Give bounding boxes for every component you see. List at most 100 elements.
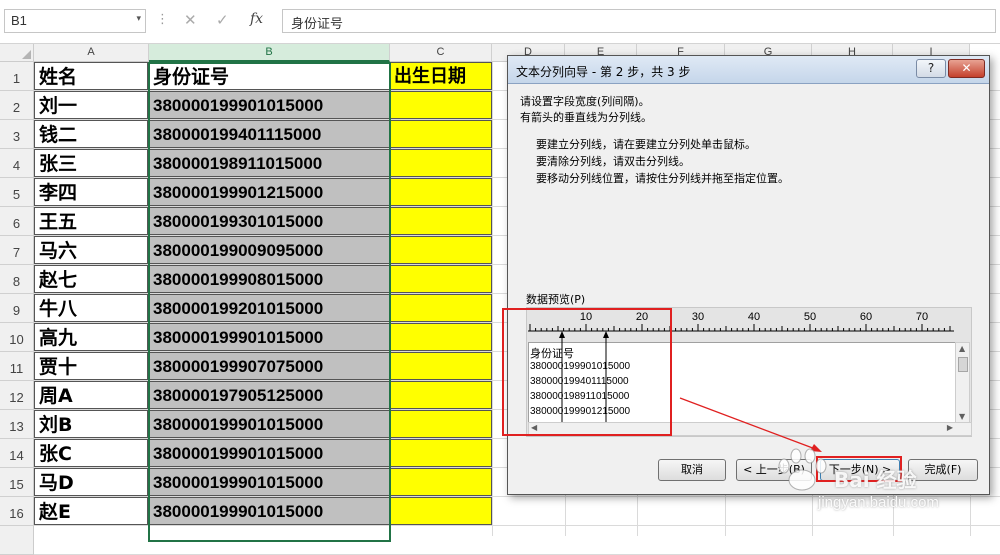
formula-input[interactable]: 身份证号 xyxy=(282,9,996,33)
close-button[interactable]: ✕ xyxy=(948,59,985,78)
birthdate-cell[interactable] xyxy=(390,323,492,351)
id-number-cell[interactable]: 380000199901015000 xyxy=(149,410,390,438)
name-cell[interactable]: 马D xyxy=(34,468,149,496)
id-number-cell[interactable]: 380000199201015000 xyxy=(149,294,390,322)
id-number-cell[interactable]: 380000199401115000 xyxy=(149,120,390,148)
birthdate-cell[interactable] xyxy=(390,294,492,322)
name-cell[interactable]: 赵E xyxy=(34,497,149,525)
cancel-entry-icon[interactable]: ✕ xyxy=(184,11,197,29)
birthdate-cell[interactable] xyxy=(390,410,492,438)
name-cell[interactable]: 高九 xyxy=(34,323,149,351)
name-cell[interactable]: 王五 xyxy=(34,207,149,235)
birthdate-cell[interactable] xyxy=(390,352,492,380)
column-ruler[interactable]: 10 20 30 40 50 60 70 xyxy=(528,309,954,335)
data-preview-area[interactable]: 身份证号 380000199901015000 3800001994011150… xyxy=(528,342,956,423)
name-cell[interactable]: 贾十 xyxy=(34,352,149,380)
row-header[interactable] xyxy=(0,526,34,555)
id-number-cell[interactable]: 380000199907075000 xyxy=(149,352,390,380)
id-number-cell[interactable]: 380000199901215000 xyxy=(149,178,390,206)
row-header[interactable]: 10 xyxy=(0,323,34,352)
name-cell[interactable]: 周A xyxy=(34,381,149,409)
birthdate-cell[interactable] xyxy=(390,207,492,235)
help-button[interactable]: ? xyxy=(916,59,946,78)
cancel-button[interactable]: 取消 xyxy=(658,459,726,481)
insert-function-icon[interactable]: fx xyxy=(250,11,263,27)
birthdate-cell[interactable] xyxy=(390,236,492,264)
next-button[interactable]: 下一步(N) > xyxy=(820,459,900,481)
preview-line: 380000199901215000 xyxy=(530,406,631,417)
header-cell-birthdate[interactable]: 出生日期 xyxy=(390,62,492,90)
row-header[interactable]: 7 xyxy=(0,236,34,265)
data-preview-label: 数据预览(P) xyxy=(526,293,586,306)
row-header[interactable]: 3 xyxy=(0,120,34,149)
row-header[interactable]: 6 xyxy=(0,207,34,236)
birthdate-cell[interactable] xyxy=(390,149,492,177)
finish-button[interactable]: 完成(F) xyxy=(908,459,978,481)
ruler-label: 30 xyxy=(692,311,704,323)
row-header[interactable]: 12 xyxy=(0,381,34,410)
scroll-up-icon[interactable]: ▲ xyxy=(959,344,965,353)
row-header[interactable]: 9 xyxy=(0,294,34,323)
row-header[interactable]: 4 xyxy=(0,149,34,178)
name-cell[interactable]: 刘B xyxy=(34,410,149,438)
row-header[interactable]: 2 xyxy=(0,91,34,120)
id-number-cell[interactable]: 380000199908015000 xyxy=(149,265,390,293)
preview-horizontal-scrollbar[interactable]: ◀ ▶ xyxy=(528,422,972,436)
row-header[interactable]: 15 xyxy=(0,468,34,497)
scroll-down-icon[interactable]: ▼ xyxy=(959,412,965,421)
id-number-cell[interactable]: 380000199901015000 xyxy=(149,468,390,496)
column-header[interactable]: C xyxy=(390,44,492,62)
id-number-cell[interactable]: 380000199901015000 xyxy=(149,439,390,467)
row-header[interactable]: 5 xyxy=(0,178,34,207)
header-cell-id[interactable]: 身份证号 xyxy=(149,62,390,90)
ruler-label: 60 xyxy=(860,311,872,323)
name-cell[interactable]: 刘一 xyxy=(34,91,149,119)
back-button[interactable]: < 上一步(B) xyxy=(736,459,812,481)
row-header[interactable]: 16 xyxy=(0,497,34,526)
birthdate-cell[interactable] xyxy=(390,439,492,467)
tip-line-2: 要清除分列线，请双击分列线。 xyxy=(536,155,690,168)
name-cell[interactable]: 牛八 xyxy=(34,294,149,322)
scroll-thumb[interactable] xyxy=(958,357,968,372)
birthdate-cell[interactable] xyxy=(390,265,492,293)
column-header[interactable]: B xyxy=(149,44,390,62)
confirm-entry-icon[interactable]: ✓ xyxy=(216,11,229,29)
name-cell[interactable]: 李四 xyxy=(34,178,149,206)
row-header[interactable]: 14 xyxy=(0,439,34,468)
name-cell[interactable]: 马六 xyxy=(34,236,149,264)
dialog-titlebar[interactable]: 文本分列向导 - 第 2 步，共 3 步 ? ✕ xyxy=(508,56,989,84)
preview-vertical-scrollbar[interactable]: ▲ ▼ xyxy=(955,342,970,423)
name-cell[interactable]: 赵七 xyxy=(34,265,149,293)
row-header[interactable]: 1 xyxy=(0,62,34,91)
row-header[interactable]: 13 xyxy=(0,410,34,439)
id-number-cell[interactable]: 380000199901015000 xyxy=(149,497,390,525)
birthdate-cell[interactable] xyxy=(390,91,492,119)
id-number-cell[interactable]: 380000199901015000 xyxy=(149,323,390,351)
instruction-line-1: 请设置字段宽度(列间隔)。 xyxy=(520,95,650,108)
birthdate-cell[interactable] xyxy=(390,468,492,496)
dialog-title: 文本分列向导 - 第 2 步，共 3 步 xyxy=(516,65,691,79)
row-header[interactable]: 8 xyxy=(0,265,34,294)
column-header[interactable]: A xyxy=(34,44,149,62)
id-number-cell[interactable]: 380000199901015000 xyxy=(149,91,390,119)
name-cell[interactable]: 张三 xyxy=(34,149,149,177)
header-cell-name[interactable]: 姓名 xyxy=(34,62,149,90)
birthdate-cell[interactable] xyxy=(390,178,492,206)
birthdate-cell[interactable] xyxy=(390,120,492,148)
id-number-cell[interactable]: 380000199009095000 xyxy=(149,236,390,264)
birthdate-cell[interactable] xyxy=(390,381,492,409)
birthdate-cell[interactable] xyxy=(390,497,492,525)
select-all-corner[interactable] xyxy=(0,44,34,62)
ruler-label: 20 xyxy=(636,311,648,323)
scroll-right-icon[interactable]: ▶ xyxy=(947,423,953,432)
scroll-left-icon[interactable]: ◀ xyxy=(531,423,537,432)
row-header[interactable]: 11 xyxy=(0,352,34,381)
id-number-cell[interactable]: 380000199301015000 xyxy=(149,207,390,235)
formula-bar: B1 ▾ ⋮ ✕ ✓ fx 身份证号 xyxy=(0,0,1000,44)
name-cell[interactable]: 张C xyxy=(34,439,149,467)
chevron-down-icon[interactable]: ▾ xyxy=(136,13,141,24)
name-box[interactable]: B1 ▾ xyxy=(4,9,146,33)
id-number-cell[interactable]: 380000198911015000 xyxy=(149,149,390,177)
id-number-cell[interactable]: 380000197905125000 xyxy=(149,381,390,409)
name-cell[interactable]: 钱二 xyxy=(34,120,149,148)
